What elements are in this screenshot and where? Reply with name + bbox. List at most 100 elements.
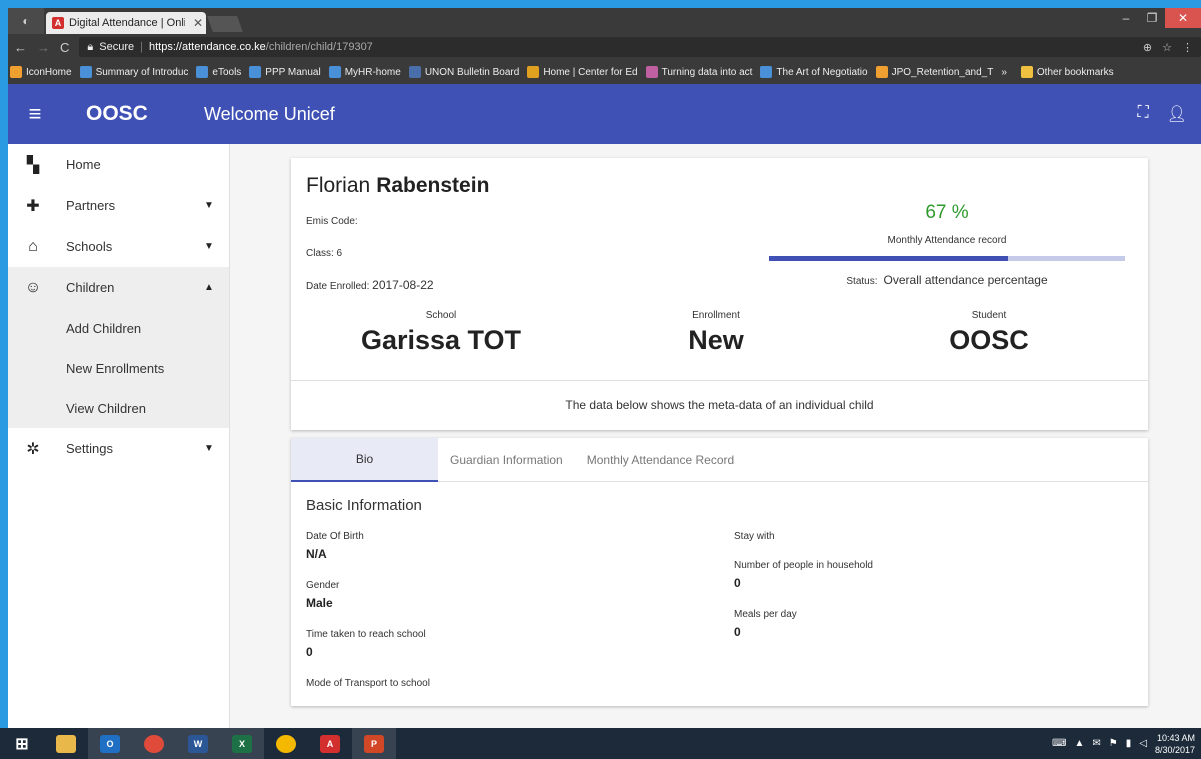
bookmark-label: MyHR-home <box>344 66 401 78</box>
zoom-icon[interactable]: ⊕ <box>1143 41 1152 54</box>
more-icon[interactable]: ⋮ <box>1182 41 1193 54</box>
bookmark-item[interactable]: IconHome <box>10 66 72 78</box>
fullscreen-icon[interactable]: ⛶ <box>1137 104 1148 124</box>
taskbar-powerpoint[interactable]: P <box>352 728 396 759</box>
angular-favicon-icon: A <box>52 17 64 29</box>
sidebar-item-home[interactable]: ▚ Home <box>8 144 229 185</box>
browser-tab-bar: ◐ A Digital Attendance | Onli ✕ – ❐ ✕ <box>8 8 1201 34</box>
bookmark-item[interactable]: Summary of Introduc <box>79 66 188 78</box>
date-enrolled-value: 2017-08-22 <box>372 278 434 292</box>
bookmarks-overflow-button[interactable]: » <box>1001 67 1007 78</box>
tray-chevron-icon[interactable]: ▲ <box>1074 738 1084 749</box>
start-button[interactable]: ⊞ <box>0 728 44 759</box>
bookmark-item[interactable]: PPP Manual <box>249 66 321 78</box>
sidebar-subitem-new-enrollments[interactable]: New Enrollments <box>8 348 229 388</box>
network-icon[interactable]: ▮ <box>1126 738 1132 749</box>
bookmark-item[interactable]: eTools <box>196 66 241 78</box>
bookmark-icon <box>408 66 421 78</box>
reload-icon[interactable]: C <box>60 40 69 55</box>
taskbar-app-yellow[interactable] <box>264 728 308 759</box>
menu-icon[interactable]: ≡ <box>10 101 60 127</box>
household-value: 0 <box>734 576 741 590</box>
class-info: Class: 6 <box>306 248 343 259</box>
student-value: OOSC <box>949 325 1029 355</box>
sidebar-subitem-add-children[interactable]: Add Children <box>8 308 229 348</box>
bookmark-item[interactable]: Turning data into act <box>645 66 753 78</box>
bookmark-label: Turning data into act <box>661 66 753 78</box>
sidebar: ▚ Home ✚ Partners ▼ ⌂ Schools ▼ ☺ Childr… <box>8 144 230 728</box>
keyboard-icon[interactable]: ⌨ <box>1052 738 1066 749</box>
time-label: Time taken to reach school <box>306 629 426 640</box>
tab-bio[interactable]: Bio <box>291 438 438 482</box>
enrollment-value: New <box>688 325 744 355</box>
bookmark-icon <box>875 66 888 78</box>
caret-down-icon: ▼ <box>204 443 214 454</box>
bookmark-item[interactable]: UNON Bulletin Board <box>408 66 519 78</box>
bookmark-label: Home | Center for Ed <box>543 66 638 78</box>
folder-icon <box>1020 66 1033 78</box>
divider <box>291 380 1148 381</box>
taskbar-outlook[interactable]: O <box>88 728 132 759</box>
gear-icon: ✲ <box>26 440 40 458</box>
sidebar-subitem-view-children[interactable]: View Children <box>8 388 229 428</box>
taskbar-explorer[interactable] <box>44 728 88 759</box>
taskbar-acrobat[interactable]: A <box>308 728 352 759</box>
url-path: /children/child/179307 <box>265 41 373 53</box>
clock-date: 8/30/2017 <box>1154 744 1195 755</box>
taskbar-chrome[interactable] <box>132 728 176 759</box>
student-caption: Student <box>971 310 1007 321</box>
word-icon: W <box>188 734 208 753</box>
attendance-label: Monthly Attendance record <box>887 235 1007 246</box>
maximize-icon[interactable]: ❐ <box>1139 8 1165 28</box>
app-container: ≡ OOSC Welcome Unicef ⛶ 👤︎ ▚ Home ✚ Part… <box>8 84 1201 728</box>
sidebar-item-children[interactable]: ☺ Children ▲ <box>8 267 229 308</box>
bookmark-item[interactable]: Home | Center for Ed <box>527 66 638 78</box>
taskbar-excel[interactable]: X <box>220 728 264 759</box>
volume-icon[interactable]: ◁ <box>1139 738 1147 749</box>
taskbar-word[interactable]: W <box>176 728 220 759</box>
sidebar-item-partners[interactable]: ✚ Partners ▼ <box>8 185 229 226</box>
attendance-progress-fill <box>769 256 1008 261</box>
star-icon[interactable]: ☆ <box>1162 41 1172 54</box>
bookmark-icon <box>645 66 658 78</box>
clock[interactable]: 10:43 AM 8/30/2017 <box>1155 732 1195 756</box>
browser-tab[interactable]: A Digital Attendance | Onli ✕ <box>46 12 206 34</box>
bookmark-item[interactable]: JPO_Retention_and_T <box>875 66 993 78</box>
sidebar-item-settings[interactable]: ✲ Settings ▼ <box>8 428 229 469</box>
transport-label: Mode of Transport to school <box>306 678 430 689</box>
other-bookmarks[interactable]: Other bookmarks <box>1020 66 1114 78</box>
forward-icon[interactable]: → <box>37 40 50 55</box>
time-to-school-field: Time taken to reach school 0 <box>306 629 426 659</box>
flag-icon[interactable]: ⚑ <box>1109 738 1118 749</box>
time-value: 0 <box>306 645 313 659</box>
address-bar: ← → C 🔒︎ Secure | https://attendance.co.… <box>8 34 1201 60</box>
back-icon[interactable]: ← <box>14 40 27 55</box>
tab-guardian-information[interactable]: Guardian Information <box>438 438 575 482</box>
window-close-icon[interactable]: ✕ <box>1165 8 1201 28</box>
bookmark-item[interactable]: MyHR-home <box>328 66 401 78</box>
minimize-icon[interactable]: – <box>1113 8 1139 28</box>
attendance-status: Status: Overall attendance percentage <box>769 273 1125 287</box>
home-icon: ⌂ <box>28 237 38 255</box>
acrobat-icon: A <box>320 734 340 753</box>
dashboard-icon: ▚ <box>26 156 40 174</box>
bookmark-label: PPP Manual <box>265 66 321 78</box>
account-icon[interactable]: 👤︎ <box>1167 104 1187 124</box>
url-input[interactable]: 🔒︎ Secure | https://attendance.co.ke/chi… <box>79 37 1201 57</box>
sidebar-item-schools[interactable]: ⌂ Schools ▼ <box>8 226 229 267</box>
tab-monthly-attendance-record[interactable]: Monthly Attendance Record <box>575 438 746 482</box>
url-host: https://attendance.co.ke <box>148 41 266 53</box>
app-brand[interactable]: OOSC <box>60 102 200 126</box>
sidebar-item-label: Children <box>66 280 115 295</box>
bookmark-item[interactable]: The Art of Negotiatio <box>760 66 868 78</box>
details-tabs: Bio Guardian Information Monthly Attenda… <box>291 438 1148 482</box>
new-tab-button[interactable] <box>207 16 243 32</box>
household-field: Number of people in household 0 <box>734 560 873 590</box>
status-label: Status: <box>846 276 878 287</box>
excel-icon: X <box>232 734 252 753</box>
bookmark-label: IconHome <box>26 66 72 78</box>
tab-close-icon[interactable]: ✕ <box>190 16 206 30</box>
bookmark-icon <box>196 66 209 78</box>
mail-tray-icon[interactable]: ✉ <box>1092 738 1100 749</box>
other-bookmarks-label: Other bookmarks <box>1036 66 1114 78</box>
